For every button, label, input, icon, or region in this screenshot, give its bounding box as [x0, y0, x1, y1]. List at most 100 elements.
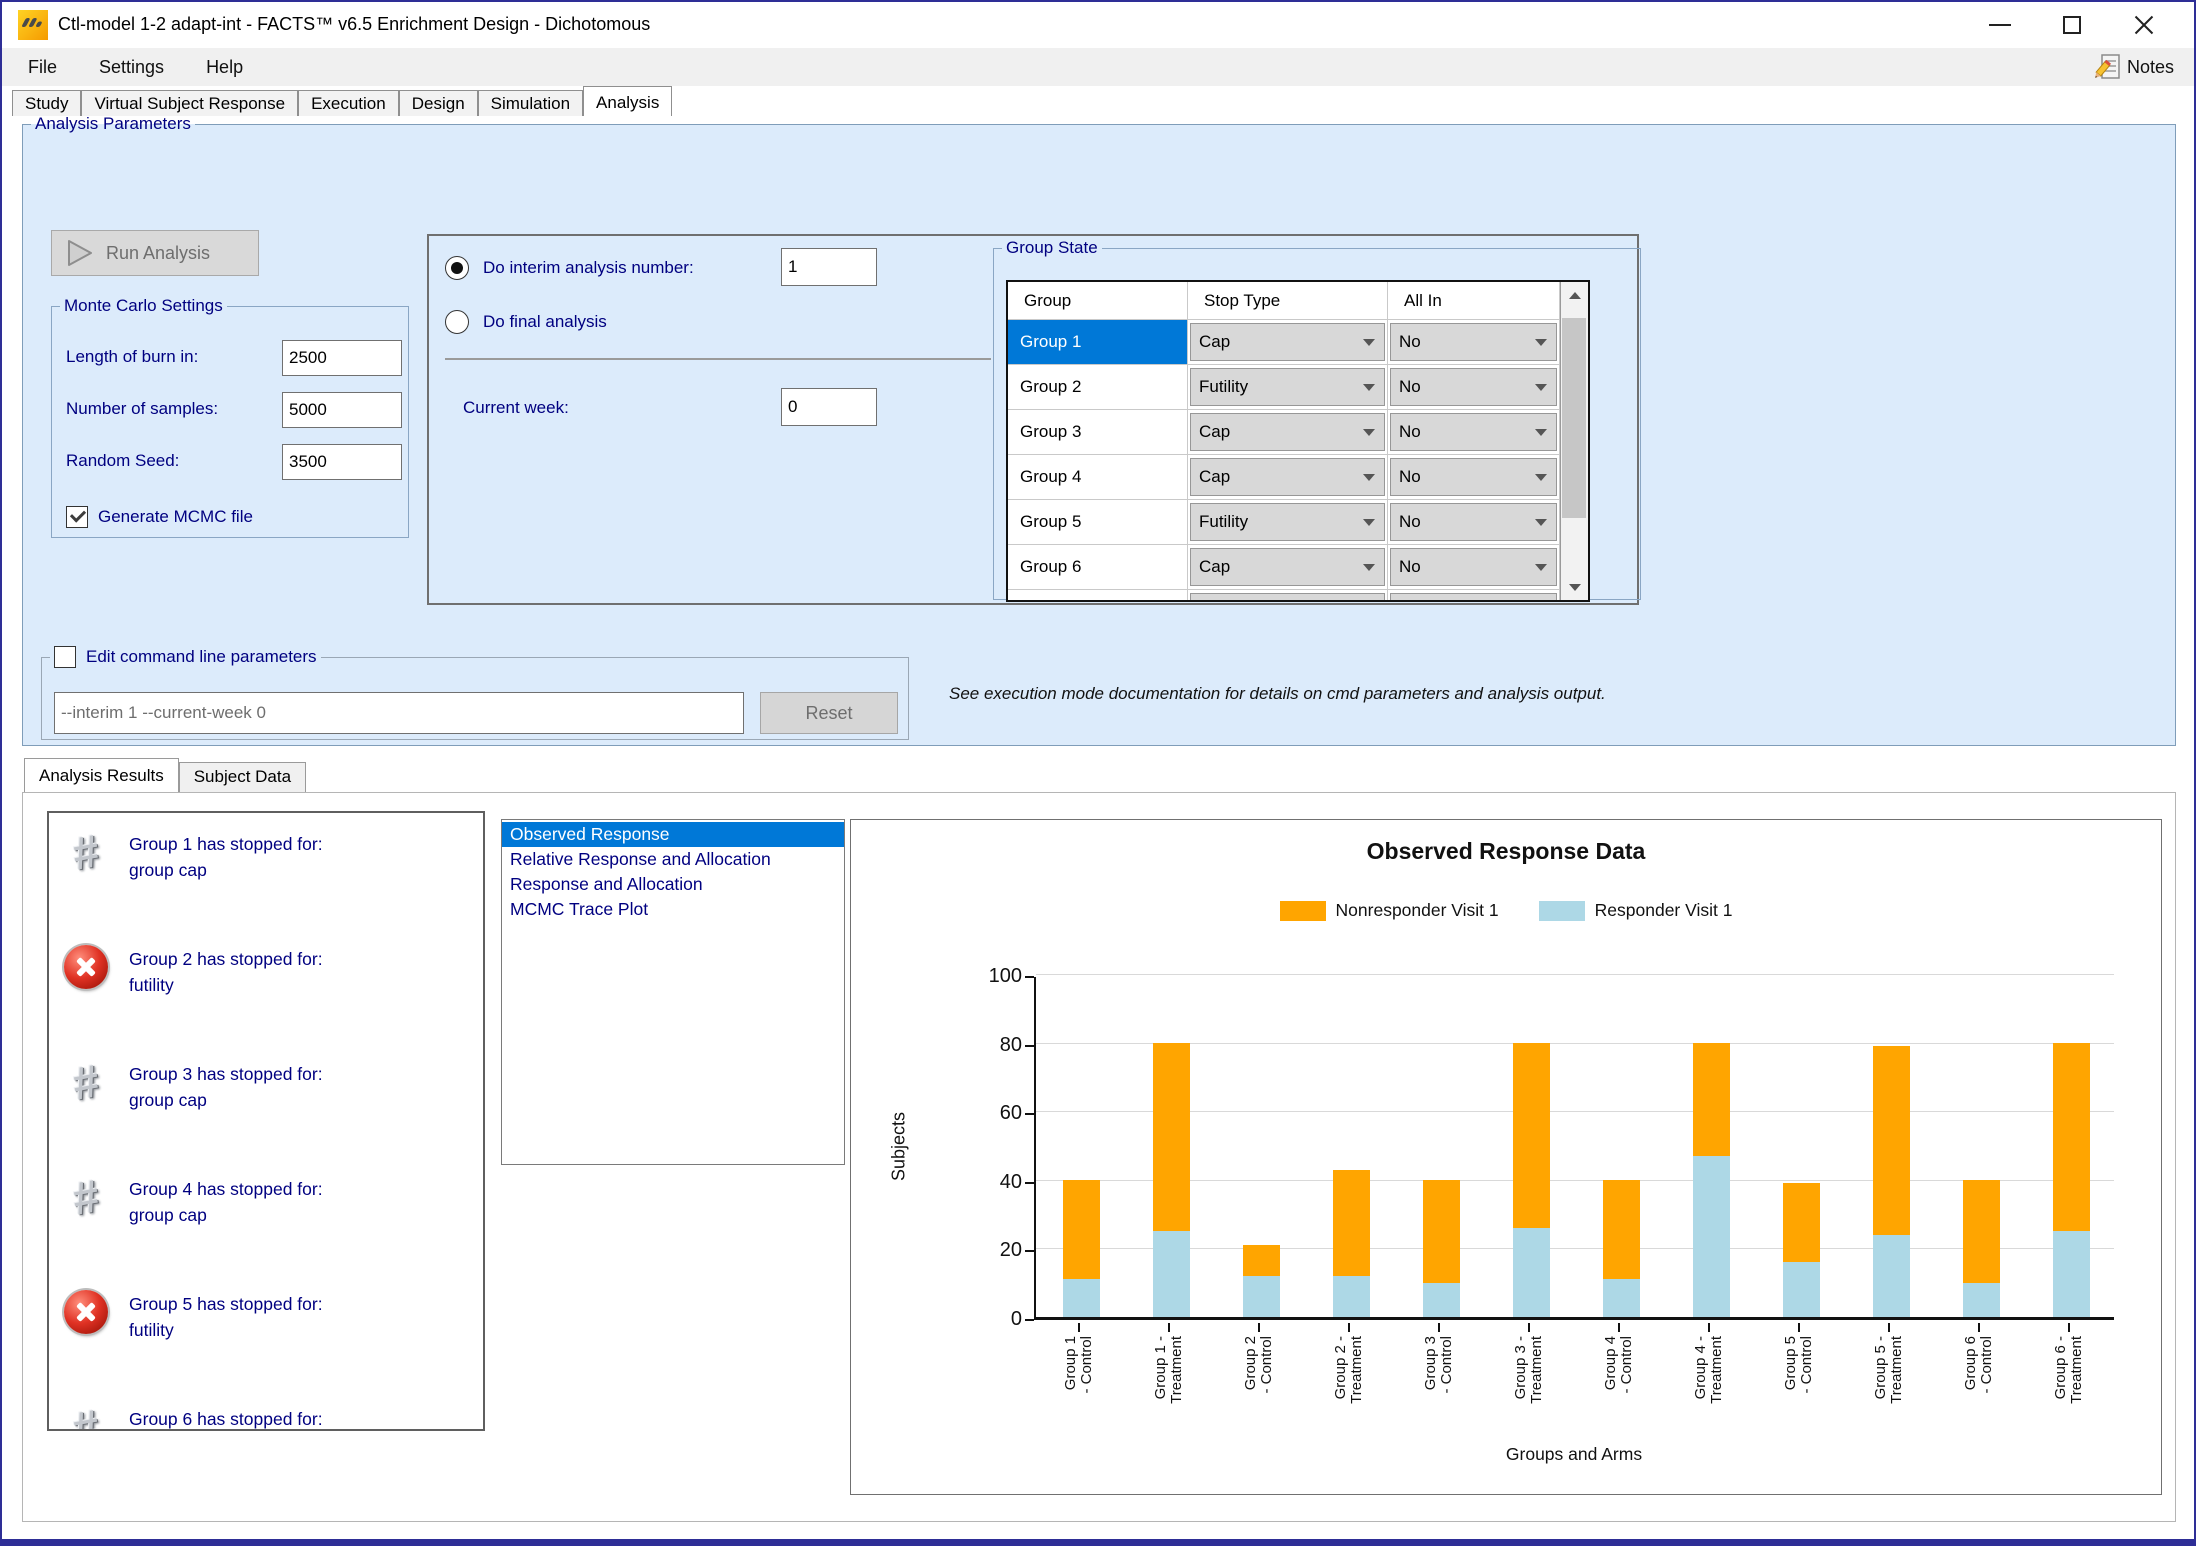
tab-execution[interactable]: Execution [298, 90, 399, 116]
group-cell[interactable]: Group 6 [1008, 545, 1188, 589]
dropdown[interactable]: Cap [1190, 323, 1385, 361]
y-tick-label: 60 [962, 1102, 1022, 1125]
dropdown[interactable]: Cap [1190, 413, 1385, 451]
table-row[interactable]: Group 3Cap No [1008, 410, 1560, 455]
mc-field-input[interactable] [282, 444, 402, 480]
combo-cell: Cap [1188, 320, 1388, 364]
current-week-label: Current week: [463, 398, 569, 418]
menu-item-settings[interactable]: Settings [83, 51, 180, 84]
hash-icon: # [63, 1059, 109, 1105]
tab-study[interactable]: Study [12, 90, 81, 116]
legend-swatch [1539, 901, 1585, 921]
edit-cmd-checkbox[interactable] [54, 646, 76, 668]
group-cell[interactable]: Group 5 [1008, 500, 1188, 544]
dropdown[interactable]: No [1390, 458, 1557, 496]
interim-number-input[interactable] [781, 248, 877, 286]
dropdown-value: Cap [1191, 422, 1354, 442]
option-observed-response[interactable]: Observed Response [502, 822, 844, 847]
app-logo-icon [18, 10, 48, 40]
bar-segment [1333, 1276, 1370, 1317]
maximize-button[interactable] [2036, 2, 2108, 48]
chevron-down-icon [1354, 594, 1384, 602]
dropdown[interactable] [1190, 593, 1385, 602]
tab-analysis[interactable]: Analysis [583, 86, 672, 116]
group-state-scrollbar[interactable] [1560, 282, 1588, 600]
option-response-and-allocation[interactable]: Response and Allocation [502, 872, 844, 897]
run-analysis-button[interactable]: Run Analysis [51, 230, 259, 276]
dropdown[interactable]: Futility [1190, 368, 1385, 406]
scrollbar-thumb[interactable] [1562, 318, 1586, 518]
table-row[interactable]: Group 6CapNo [1008, 545, 1560, 590]
menu-item-help[interactable]: Help [190, 51, 259, 84]
option-mcmc-trace-plot[interactable]: MCMC Trace Plot [502, 897, 844, 922]
table-row[interactable]: Group 2FutilityNo [1008, 365, 1560, 410]
status-text: Group 2 has stopped for:futility [129, 946, 323, 998]
tab-design[interactable]: Design [399, 90, 478, 116]
chevron-down-icon [1526, 549, 1556, 585]
scroll-up-icon[interactable] [1561, 282, 1588, 308]
mc-field-input[interactable] [282, 392, 402, 428]
group-cell[interactable]: Group 3 [1008, 410, 1188, 454]
x-tick [1168, 1323, 1170, 1332]
dropdown[interactable]: Cap [1190, 458, 1385, 496]
dropdown[interactable]: No [1390, 368, 1557, 406]
chevron-down-icon [1354, 459, 1384, 495]
gridline [1036, 1248, 2114, 1249]
results-panel: #Group 1 has stopped for:group capGroup … [22, 792, 2176, 1522]
option-relative-response-and-allocation[interactable]: Relative Response and Allocation [502, 847, 844, 872]
current-week-input[interactable] [781, 388, 877, 426]
dropdown[interactable]: No [1390, 548, 1557, 586]
gridline [1036, 1180, 2114, 1181]
hash-glyph: # [69, 1398, 104, 1431]
dropdown[interactable]: No [1390, 323, 1557, 361]
table-row[interactable] [1008, 590, 1560, 602]
table-row[interactable]: Group 5Futility No [1008, 500, 1560, 545]
y-tick [1025, 1250, 1034, 1252]
results-tab-subject-data[interactable]: Subject Data [179, 762, 306, 792]
dropdown[interactable]: Cap [1190, 548, 1385, 586]
dropdown-value: Cap [1191, 467, 1354, 487]
group-cell[interactable] [1008, 590, 1188, 602]
analysis-mode-box: Do interim analysis number: Do final ana… [427, 234, 1639, 605]
bar-segment [1603, 1279, 1640, 1317]
reset-button[interactable]: Reset [760, 692, 898, 734]
combo-cell: No [1388, 545, 1560, 589]
result-options-list[interactable]: Observed ResponseRelative Response and A… [501, 819, 845, 1165]
tab-simulation[interactable]: Simulation [478, 90, 583, 116]
table-row[interactable]: Group 4Cap No [1008, 455, 1560, 500]
minimize-button[interactable] [1964, 2, 2036, 48]
mc-field-input[interactable] [282, 340, 402, 376]
legend-label: Responder Visit 1 [1595, 900, 1733, 921]
chevron-down-icon [1526, 504, 1556, 540]
y-tick [1025, 1045, 1034, 1047]
dropdown-value: No [1391, 512, 1526, 532]
final-analysis-radio[interactable] [445, 310, 469, 334]
bar-segment [1063, 1279, 1100, 1317]
red-x-icon [64, 1290, 108, 1334]
menu-item-file[interactable]: File [12, 51, 73, 84]
analysis-parameters-panel: Analysis Parameters Run Analysis Monte C… [22, 114, 2176, 746]
cmd-line-input[interactable] [54, 692, 744, 734]
generate-mcmc-checkbox[interactable]: Generate MCMC file [66, 506, 253, 528]
results-tab-analysis-results[interactable]: Analysis Results [24, 758, 179, 792]
close-icon [2132, 13, 2156, 37]
dropdown[interactable]: No [1390, 413, 1557, 451]
table-row[interactable]: Group 1Cap No [1008, 320, 1560, 365]
title-bar: Ctl-model 1-2 adapt-int - FACTS™ v6.5 En… [2, 2, 2194, 48]
scroll-down-icon[interactable] [1561, 574, 1588, 600]
group-status-list[interactable]: #Group 1 has stopped for:group capGroup … [47, 811, 485, 1431]
notes-button[interactable]: Notes [2095, 52, 2174, 82]
group-cell[interactable]: Group 2 [1008, 365, 1188, 409]
group-cell[interactable]: Group 4 [1008, 455, 1188, 499]
dropdown[interactable]: Futility [1190, 503, 1385, 541]
interim-analysis-radio[interactable] [445, 256, 469, 280]
dropdown[interactable]: No [1390, 503, 1557, 541]
dropdown-value: Cap [1191, 332, 1354, 352]
dropdown[interactable] [1390, 593, 1557, 602]
tab-virtual-subject-response[interactable]: Virtual Subject Response [81, 90, 298, 116]
play-icon [66, 238, 94, 268]
close-button[interactable] [2108, 2, 2180, 48]
status-item: #Group 4 has stopped for:group cap [49, 1170, 483, 1280]
notes-icon [2095, 53, 2121, 81]
group-cell[interactable]: Group 1 [1008, 320, 1188, 364]
